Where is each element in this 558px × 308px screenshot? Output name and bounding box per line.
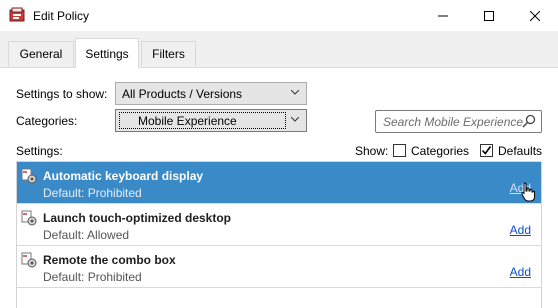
tab-strip: General Settings Filters bbox=[0, 31, 558, 68]
add-setting-link[interactable]: Add bbox=[510, 223, 531, 237]
setting-policy-icon bbox=[21, 168, 37, 184]
tab-label: Settings bbox=[85, 46, 129, 61]
hand-cursor-icon bbox=[521, 182, 535, 202]
select-value: Mobile Experience bbox=[138, 114, 237, 128]
setting-default: Default: Prohibited bbox=[43, 270, 142, 284]
setting-policy-icon bbox=[21, 252, 37, 268]
categories-checkbox[interactable] bbox=[393, 144, 406, 157]
select-value: All Products / Versions bbox=[122, 86, 243, 101]
settings-list-label: Settings: bbox=[16, 144, 63, 158]
search-input[interactable]: Search Mobile Experience bbox=[375, 110, 542, 133]
maximize-button[interactable] bbox=[466, 0, 512, 31]
checkmark-icon bbox=[481, 146, 492, 155]
tab-label: General bbox=[19, 47, 63, 61]
settings-panel: Settings to show: All Products / Version… bbox=[0, 67, 558, 308]
setting-name: Launch touch-optimized desktop bbox=[43, 211, 231, 225]
policy-app-icon bbox=[9, 7, 25, 23]
settings-to-show-label: Settings to show: bbox=[16, 87, 108, 101]
search-icon bbox=[522, 114, 536, 128]
setting-default: Default: Allowed bbox=[43, 228, 130, 242]
minimize-button[interactable] bbox=[420, 0, 466, 31]
categories-checkbox-label: Categories bbox=[411, 144, 470, 158]
maximize-icon bbox=[484, 10, 494, 21]
setting-policy-icon bbox=[21, 210, 37, 226]
defaults-checkbox-label: Defaults bbox=[498, 144, 543, 158]
close-icon bbox=[530, 10, 540, 21]
tab-general[interactable]: General bbox=[8, 41, 74, 66]
chevron-down-icon bbox=[291, 117, 299, 122]
title-bar: Edit Policy bbox=[0, 0, 558, 31]
list-item[interactable]: Automatic keyboard display Default: Proh… bbox=[17, 162, 541, 204]
list-item[interactable]: Remote the combo box Default: Prohibited… bbox=[17, 246, 541, 288]
list-item[interactable]: Launch touch-optimized desktop Default: … bbox=[17, 204, 541, 246]
setting-name: Automatic keyboard display bbox=[43, 169, 204, 183]
window-title: Edit Policy bbox=[33, 9, 90, 23]
chevron-down-icon bbox=[291, 90, 299, 95]
setting-default: Default: Prohibited bbox=[43, 186, 142, 200]
close-button[interactable] bbox=[512, 0, 558, 31]
tab-filters[interactable]: Filters bbox=[141, 41, 196, 66]
tab-label: Filters bbox=[152, 47, 185, 61]
add-setting-link[interactable]: Add bbox=[510, 265, 531, 279]
settings-list: Automatic keyboard display Default: Proh… bbox=[16, 161, 542, 308]
setting-name: Remote the combo box bbox=[43, 253, 176, 267]
defaults-checkbox[interactable] bbox=[480, 144, 493, 157]
categories-label: Categories: bbox=[16, 114, 78, 128]
categories-select[interactable]: Mobile Experience bbox=[115, 109, 307, 132]
show-label: Show: bbox=[355, 144, 389, 158]
tab-settings[interactable]: Settings bbox=[75, 38, 139, 68]
minimize-icon bbox=[438, 15, 448, 16]
search-placeholder: Search Mobile Experience bbox=[383, 115, 524, 129]
settings-to-show-select[interactable]: All Products / Versions bbox=[115, 82, 307, 105]
